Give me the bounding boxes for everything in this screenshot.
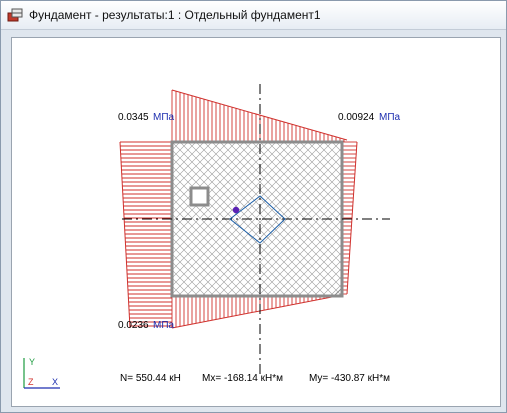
- pressure-diagram-left: [120, 141, 172, 327]
- small-column: [189, 186, 210, 207]
- load-application-point: [232, 206, 240, 214]
- window-title: Фундамент - результаты:1 : Отдельный фун…: [29, 8, 321, 22]
- moment-my: My= -430.87 кН*м: [309, 373, 390, 384]
- pressure-top-left-unit: МПа: [153, 112, 175, 123]
- pressure-top-right-value: 0.00924: [338, 112, 375, 123]
- results-window: Фундамент - результаты:1 : Отдельный фун…: [0, 0, 507, 413]
- pressure-bottom-left-value: 0.0236: [118, 320, 149, 331]
- drawing-canvas[interactable]: 0.0345 МПа 0.00924 МПа 0.0236 МПа N= 550…: [11, 37, 501, 407]
- axis-z-label: Z: [28, 377, 34, 387]
- force-n: N= 550.44 кН: [120, 373, 181, 384]
- axis-y-label: Y: [29, 357, 35, 367]
- pressure-diagram-right: [342, 141, 357, 295]
- axis-x-label: X: [52, 377, 58, 387]
- pressure-top-right-unit: МПа: [379, 112, 401, 123]
- coordinate-axes-icon: Y Z X: [23, 357, 60, 389]
- foundation-app-icon: [7, 7, 23, 23]
- foundation-diagram: 0.0345 МПа 0.00924 МПа 0.0236 МПа N= 550…: [23, 84, 401, 389]
- pressure-top-left-value: 0.0345: [118, 112, 149, 123]
- pressure-bottom-left-unit: МПа: [153, 320, 175, 331]
- title-bar[interactable]: Фундамент - результаты:1 : Отдельный фун…: [1, 1, 506, 30]
- moment-mx: Mx= -168.14 кН*м: [202, 373, 283, 384]
